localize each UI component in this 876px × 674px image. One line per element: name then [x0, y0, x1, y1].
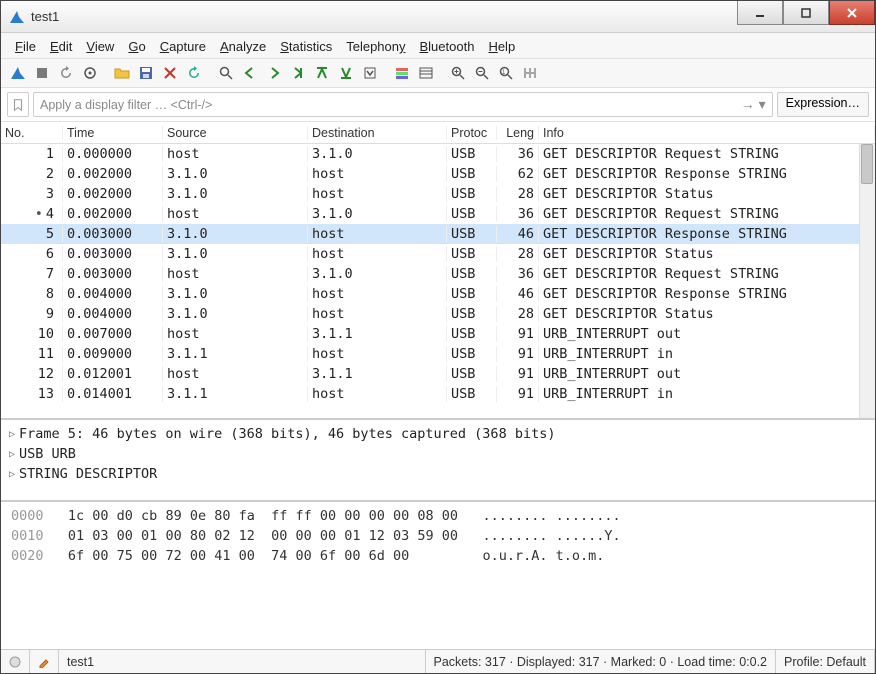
minimize-button[interactable]	[737, 1, 783, 25]
status-file: test1	[59, 650, 426, 673]
expand-icon: ▷	[9, 429, 15, 440]
app-icon	[9, 9, 25, 25]
col-header-destination[interactable]: Destination	[308, 126, 447, 140]
status-packet-stats: Packets: 317 · Displayed: 317 · Marked: …	[426, 650, 777, 673]
packet-list-body: 10.000000host3.1.0USB36GET DESCRIPTOR Re…	[1, 144, 875, 404]
packet-row[interactable]: 90.0040003.1.0hostUSB28GET DESCRIPTOR St…	[1, 304, 875, 324]
details-row-urb[interactable]: ▷USB URB	[9, 444, 867, 464]
filter-placeholder: Apply a display filter … <Ctrl-/>	[40, 98, 212, 112]
col-header-protocol[interactable]: Protoc	[447, 126, 497, 140]
close-file-button[interactable]	[159, 62, 181, 84]
menu-statistics[interactable]: Statistics	[274, 37, 338, 56]
col-header-source[interactable]: Source	[163, 126, 308, 140]
packet-row[interactable]: 110.0090003.1.1hostUSB91URB_INTERRUPT in	[1, 344, 875, 364]
zoom-reset-button[interactable]: 1	[495, 62, 517, 84]
menu-view[interactable]: View	[80, 37, 120, 56]
go-to-packet-button[interactable]	[287, 62, 309, 84]
packet-row[interactable]: 20.0020003.1.0hostUSB62GET DESCRIPTOR Re…	[1, 164, 875, 184]
packet-list-scroll-thumb[interactable]	[861, 144, 873, 184]
packet-row[interactable]: 50.0030003.1.0hostUSB46GET DESCRIPTOR Re…	[1, 224, 875, 244]
packet-row[interactable]: •40.002000host3.1.0USB36GET DESCRIPTOR R…	[1, 204, 875, 224]
menu-help[interactable]: Help	[482, 37, 521, 56]
col-header-length[interactable]: Leng	[497, 126, 539, 140]
status-expert-icon[interactable]	[1, 650, 30, 673]
resize-all-button[interactable]	[519, 62, 541, 84]
packet-row[interactable]: 70.003000host3.1.0USB36GET DESCRIPTOR Re…	[1, 264, 875, 284]
go-back-button[interactable]	[239, 62, 261, 84]
stop-capture-button[interactable]	[31, 62, 53, 84]
col-header-no[interactable]: No.	[1, 126, 63, 140]
go-last-button[interactable]	[335, 62, 357, 84]
packet-row[interactable]: 130.0140013.1.1hostUSB91URB_INTERRUPT in	[1, 384, 875, 404]
packet-row[interactable]: 10.000000host3.1.0USB36GET DESCRIPTOR Re…	[1, 144, 875, 164]
zoom-out-button[interactable]	[471, 62, 493, 84]
auto-scroll-button[interactable]	[359, 62, 381, 84]
details-row-frame[interactable]: ▷Frame 5: 46 bytes on wire (368 bits), 4…	[9, 424, 867, 444]
start-capture-button[interactable]	[7, 62, 29, 84]
capture-options-button[interactable]	[79, 62, 101, 84]
save-file-button[interactable]	[135, 62, 157, 84]
go-forward-button[interactable]	[263, 62, 285, 84]
filter-expression-button[interactable]: Expression…	[777, 92, 869, 117]
packet-row[interactable]: 80.0040003.1.0hostUSB46GET DESCRIPTOR Re…	[1, 284, 875, 304]
window-title: test1	[31, 9, 59, 24]
menu-telephony[interactable]: Telephony	[340, 37, 411, 56]
statusbar: test1 Packets: 317 · Displayed: 317 · Ma…	[1, 649, 875, 673]
packet-list-pane: No. Time Source Destination Protoc Leng …	[1, 122, 875, 420]
menu-go[interactable]: Go	[122, 37, 151, 56]
details-row-string[interactable]: ▷STRING DESCRIPTOR	[9, 464, 867, 484]
find-packet-button[interactable]	[215, 62, 237, 84]
packet-bytes-pane[interactable]: 0000 1c 00 d0 cb 89 0e 80 fa ff ff 00 00…	[1, 502, 875, 649]
menu-edit[interactable]: Edit	[44, 37, 78, 56]
reload-button[interactable]	[183, 62, 205, 84]
go-first-button[interactable]	[311, 62, 333, 84]
menu-capture[interactable]: Capture	[154, 37, 212, 56]
status-edit-icon[interactable]	[30, 650, 59, 673]
main-toolbar: 1	[1, 59, 875, 88]
close-button[interactable]	[829, 1, 875, 25]
packet-details-pane: ▷Frame 5: 46 bytes on wire (368 bits), 4…	[1, 420, 875, 502]
display-filter-input[interactable]: Apply a display filter … <Ctrl-/> → ▾	[33, 92, 773, 117]
packet-row[interactable]: 30.0020003.1.0hostUSB28GET DESCRIPTOR St…	[1, 184, 875, 204]
filter-apply-icon[interactable]: → ▾	[741, 96, 766, 113]
status-profile[interactable]: Profile: Default	[776, 650, 875, 673]
maximize-button[interactable]	[783, 1, 829, 25]
col-header-time[interactable]: Time	[63, 126, 163, 140]
menu-bluetooth[interactable]: Bluetooth	[414, 37, 481, 56]
packet-row[interactable]: 120.012001host3.1.1USB91URB_INTERRUPT ou…	[1, 364, 875, 384]
zoom-in-button[interactable]	[447, 62, 469, 84]
open-file-button[interactable]	[111, 62, 133, 84]
packet-row[interactable]: 100.007000host3.1.1USB91URB_INTERRUPT ou…	[1, 324, 875, 344]
expand-icon: ▷	[9, 449, 15, 460]
filter-bookmark-button[interactable]	[7, 92, 29, 117]
packet-list-header: No. Time Source Destination Protoc Leng …	[1, 122, 875, 144]
display-filter-bar: Apply a display filter … <Ctrl-/> → ▾ Ex…	[1, 88, 875, 122]
menu-file[interactable]: File	[9, 37, 42, 56]
restart-capture-button[interactable]	[55, 62, 77, 84]
titlebar: test1	[1, 1, 875, 33]
packet-list-scrollbar[interactable]	[859, 144, 875, 418]
packet-row[interactable]: 60.0030003.1.0hostUSB28GET DESCRIPTOR St…	[1, 244, 875, 264]
resize-columns-button[interactable]	[415, 62, 437, 84]
menu-analyze[interactable]: Analyze	[214, 37, 272, 56]
expand-icon: ▷	[9, 469, 15, 480]
col-header-info[interactable]: Info	[539, 126, 875, 140]
app-window: test1 File Edit View Go Capture Analyze …	[0, 0, 876, 674]
menubar: File Edit View Go Capture Analyze Statis…	[1, 33, 875, 59]
colorize-button[interactable]	[391, 62, 413, 84]
